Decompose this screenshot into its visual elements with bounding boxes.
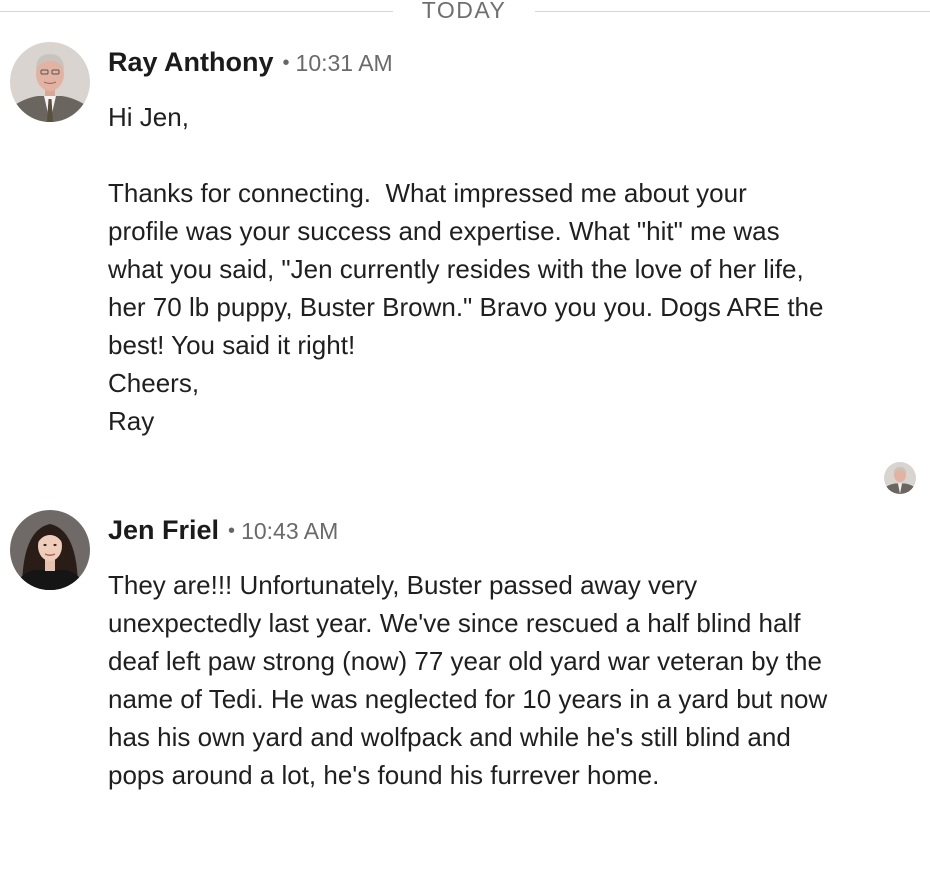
message-line: profile was your success and expertise. … [108,216,780,246]
read-receipt-avatar-icon [884,462,916,494]
message-line: unexpectedly last year. We've since resc… [108,608,801,638]
message-line: Thanks for connecting. What impressed me… [108,178,747,208]
message-line: They are!!! Unfortunately, Buster passed… [108,570,698,600]
divider-line-left [0,11,393,12]
day-divider-label: TODAY [421,0,507,23]
read-receipt-avatar [884,462,916,494]
message-line: Ray [108,406,155,436]
message-time: 10:43 AM [241,518,339,544]
sender-name[interactable]: Ray Anthony [108,47,274,77]
message-header: Ray Anthony • 10:31 AM [108,44,393,80]
message-line: deaf left paw strong (now) 77 year old y… [108,646,822,676]
sender-name[interactable]: Jen Friel [108,515,219,545]
message-line: Cheers, [108,368,200,398]
message-header: Jen Friel • 10:43 AM [108,512,338,548]
avatar-ray-anthony[interactable] [10,42,90,122]
message-time: 10:31 AM [295,50,393,76]
separator-dot: • [282,52,290,74]
message-line: what you said, "Jen currently resides wi… [108,254,804,284]
avatar-photo-icon [10,510,90,590]
message-line: pops around a lot, he's found his furrev… [108,760,660,790]
message-line [108,136,923,174]
message-line: her 70 lb puppy, Buster Brown." Bravo yo… [108,292,824,322]
message-line: best! You said it right! [108,330,356,360]
day-divider: TODAY [0,0,930,26]
avatar-photo-icon [10,42,90,122]
avatar-jen-friel[interactable] [10,510,90,590]
message-body: Hi Jen, Thanks for connecting. What impr… [108,98,923,440]
message-body: They are!!! Unfortunately, Buster passed… [108,566,923,794]
message-line: Hi Jen, [108,102,189,132]
separator-dot: • [228,520,236,542]
divider-line-right [535,11,930,12]
message-line: has his own yard and wolfpack and while … [108,722,791,752]
message-line: name of Tedi. He was neglected for 10 ye… [108,684,828,714]
